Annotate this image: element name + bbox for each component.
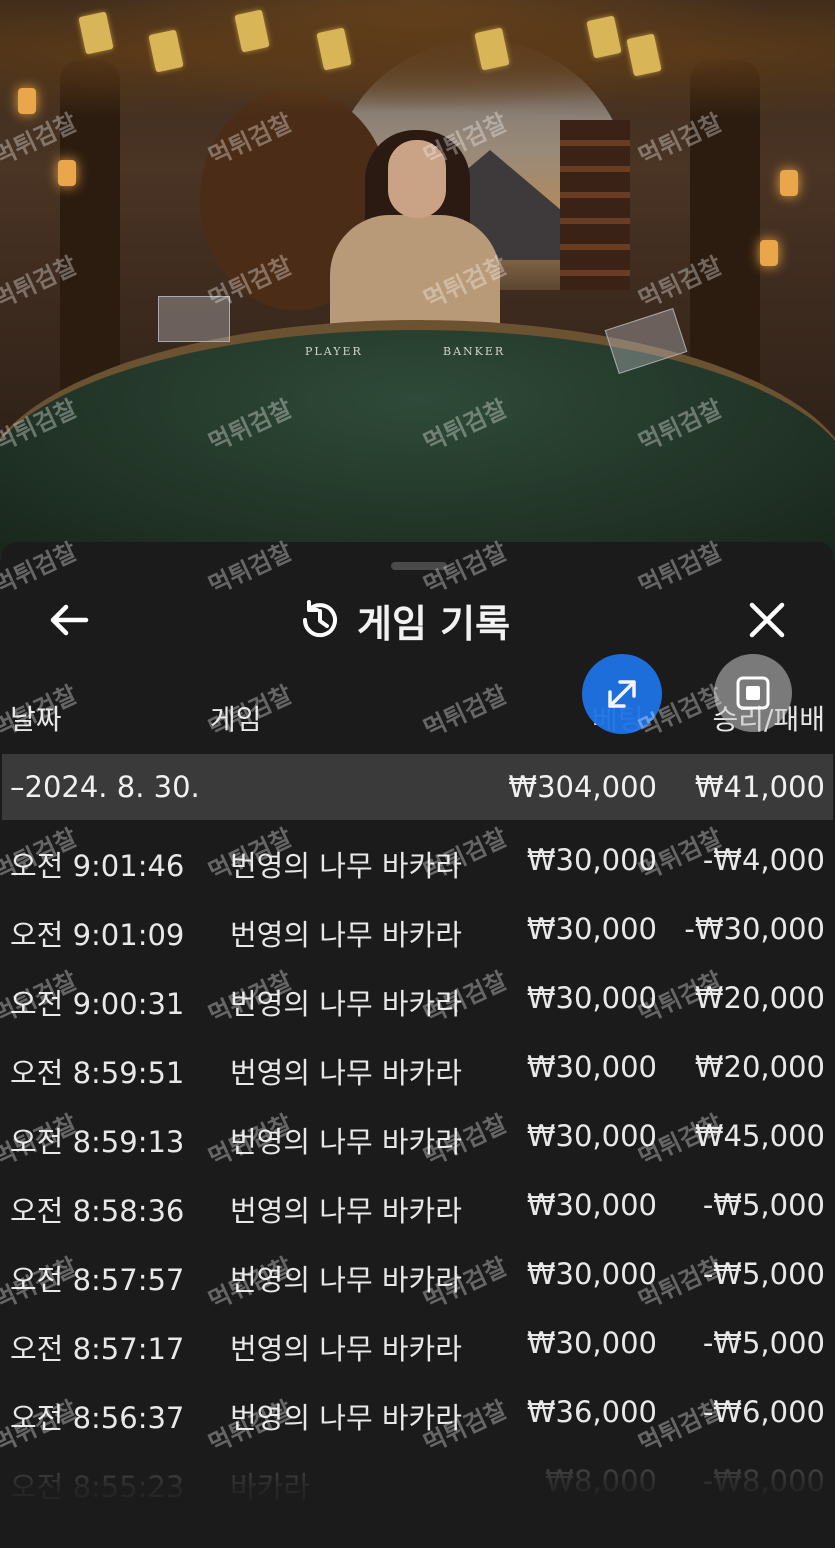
page-title: 게임 기록 <box>357 601 511 646</box>
row-game-name: 번영의 나무 바카라 <box>230 1194 462 1228</box>
history-row[interactable]: 오전 9:01:09 번영의 나무 바카라 ₩30,000 -₩30,000 <box>2 897 833 965</box>
row-time: 오전 9:01:46 <box>10 849 185 883</box>
back-button[interactable] <box>46 597 92 643</box>
row-win-loss: -₩6,000 <box>702 1395 825 1429</box>
row-win-loss: ₩45,000 <box>694 1119 825 1153</box>
expand-video-button[interactable] <box>582 654 662 734</box>
sheet-title: 게임 기록 <box>297 592 510 648</box>
history-row[interactable]: 오전 8:57:17 번영의 나무 바카라 ₩30,000 -₩5,000 <box>2 1311 833 1379</box>
row-game-name: 번영의 나무 바카라 <box>230 1401 462 1435</box>
history-row[interactable]: 오전 8:59:13 번영의 나무 바카라 ₩30,000 ₩45,000 <box>2 1104 833 1172</box>
row-bet-amount: ₩30,000 <box>526 1257 657 1291</box>
row-win-loss: ₩20,000 <box>694 1050 825 1084</box>
history-row[interactable]: 오전 8:59:51 번영의 나무 바카라 ₩30,000 ₩20,000 <box>2 1035 833 1103</box>
row-bet-amount: ₩30,000 <box>526 1050 657 1084</box>
row-win-loss: -₩5,000 <box>702 1257 825 1291</box>
history-row[interactable]: 오전 8:58:36 번영의 나무 바카라 ₩30,000 -₩5,000 <box>2 1173 833 1241</box>
row-bet-amount: ₩30,000 <box>526 912 657 946</box>
sheet-drag-handle[interactable] <box>391 562 447 570</box>
row-time: 오전 8:58:36 <box>10 1194 185 1228</box>
row-game-name: 번영의 나무 바카라 <box>230 1056 462 1090</box>
row-win-loss: ₩20,000 <box>694 981 825 1015</box>
history-icon <box>302 600 337 638</box>
row-bet-amount: ₩8,000 <box>545 1464 657 1498</box>
row-time: 오전 9:01:09 <box>10 918 185 952</box>
arrow-left-icon <box>50 604 89 636</box>
row-bet-amount: ₩30,000 <box>526 1326 657 1360</box>
date-group-win-total: ₩41,000 <box>694 770 825 804</box>
row-time: 오전 9:00:31 <box>10 987 185 1021</box>
lantern-decoration <box>780 170 798 196</box>
row-game-name: 번영의 나무 바카라 <box>230 1263 462 1297</box>
history-row[interactable]: 오전 9:00:31 번영의 나무 바카라 ₩30,000 ₩20,000 <box>2 966 833 1034</box>
column-header-date: 날짜 <box>10 703 62 736</box>
row-win-loss: -₩5,000 <box>702 1326 825 1360</box>
picture-in-picture-icon <box>736 676 770 710</box>
row-game-name: 바카라 <box>230 1470 311 1504</box>
row-game-name: 번영의 나무 바카라 <box>230 918 462 952</box>
row-time: 오전 8:59:13 <box>10 1125 185 1159</box>
close-button[interactable] <box>744 597 790 643</box>
game-history-sheet: 게임 기록 날짜 게임 베팅 승리/패배 –2024. 8. 30. ₩304,… <box>2 542 833 1548</box>
date-group-label: –2024. 8. 30. <box>10 770 200 804</box>
date-group-bet-total: ₩304,000 <box>508 770 657 804</box>
row-win-loss: -₩4,000 <box>702 843 825 877</box>
row-game-name: 번영의 나무 바카라 <box>230 1332 462 1366</box>
close-icon <box>749 602 785 638</box>
row-win-loss: -₩8,000 <box>702 1464 825 1498</box>
live-video-scene: PLAYER BANKER <box>0 0 835 560</box>
lantern-decoration <box>760 240 778 266</box>
pagoda <box>560 120 630 290</box>
row-game-name: 번영의 나무 바카라 <box>230 1125 462 1159</box>
row-time: 오전 8:59:51 <box>10 1056 185 1090</box>
row-time: 오전 8:57:17 <box>10 1332 185 1366</box>
expand-icon <box>608 680 636 708</box>
card-shoe <box>158 296 230 342</box>
column-header-row: 날짜 게임 베팅 승리/패배 <box>2 688 833 748</box>
table-label-player: PLAYER <box>305 345 363 358</box>
tree-canopy <box>0 0 835 130</box>
history-row[interactable]: 오전 8:55:23 바카라 ₩8,000 -₩8,000 <box>2 1449 833 1517</box>
row-bet-amount: ₩30,000 <box>526 1188 657 1222</box>
row-time: 오전 8:56:37 <box>10 1401 185 1435</box>
row-win-loss: -₩5,000 <box>702 1188 825 1222</box>
date-group-row[interactable]: –2024. 8. 30. ₩304,000 ₩41,000 <box>2 754 833 820</box>
row-bet-amount: ₩30,000 <box>526 981 657 1015</box>
lantern-decoration <box>58 160 76 186</box>
row-time: 오전 8:55:23 <box>10 1470 185 1504</box>
row-game-name: 번영의 나무 바카라 <box>230 987 462 1021</box>
history-row[interactable]: 오전 9:01:46 번영의 나무 바카라 ₩30,000 -₩4,000 <box>2 828 833 896</box>
column-header-game: 게임 <box>210 703 262 736</box>
table-label-banker: BANKER <box>443 345 506 358</box>
row-win-loss: -₩30,000 <box>684 912 825 946</box>
row-game-name: 번영의 나무 바카라 <box>230 849 462 883</box>
picture-in-picture-button[interactable] <box>714 654 792 732</box>
history-row[interactable]: 오전 8:57:57 번영의 나무 바카라 ₩30,000 -₩5,000 <box>2 1242 833 1310</box>
row-time: 오전 8:57:57 <box>10 1263 185 1297</box>
history-row[interactable]: 오전 8:56:37 번영의 나무 바카라 ₩36,000 -₩6,000 <box>2 1380 833 1448</box>
row-bet-amount: ₩30,000 <box>526 1119 657 1153</box>
row-bet-amount: ₩30,000 <box>526 843 657 877</box>
row-bet-amount: ₩36,000 <box>526 1395 657 1429</box>
lantern-decoration <box>18 88 36 114</box>
dealer-face <box>388 140 446 218</box>
